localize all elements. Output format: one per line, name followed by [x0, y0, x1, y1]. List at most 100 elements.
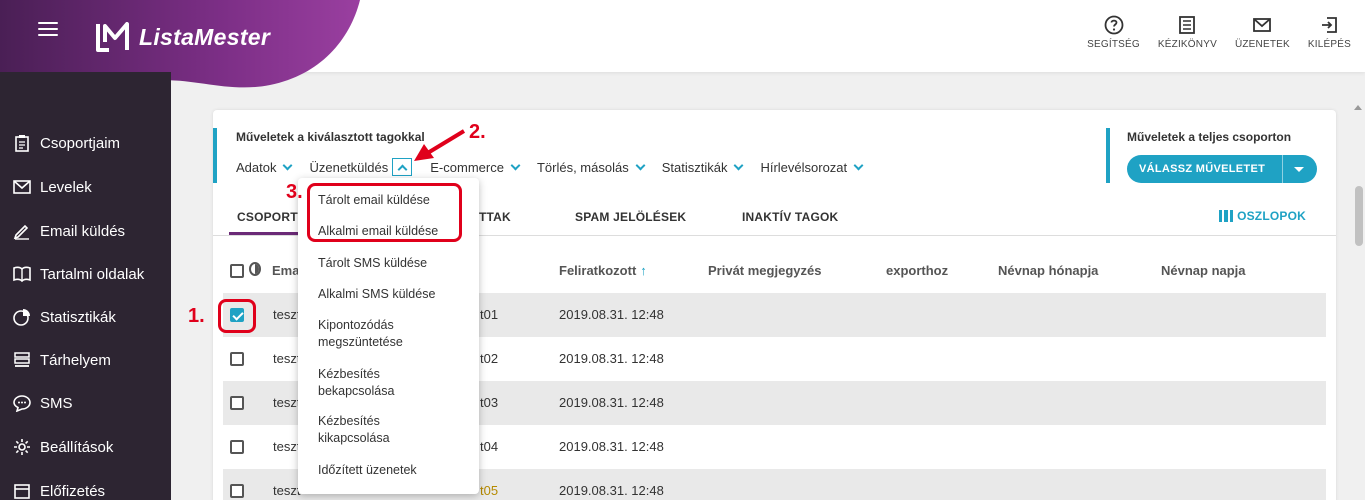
col-export[interactable]: exporthoz [886, 263, 948, 278]
choose-action-button[interactable]: VÁLASSZ MŰVELETET [1127, 155, 1317, 183]
menu-messaging-label: Üzenetküldés [309, 159, 389, 175]
help-label: SEGÍTSÉG [1087, 39, 1140, 50]
chat-icon [13, 395, 31, 412]
row-email: teszt [273, 439, 301, 454]
listamester-logo-icon [96, 22, 129, 52]
tab-spam-reports[interactable]: SPAM JELÖLÉSEK [575, 210, 686, 224]
row-email: teszt [273, 395, 301, 410]
row-email: teszt [273, 351, 301, 366]
help-button[interactable]: SEGÍTSÉG [1087, 15, 1140, 50]
dropdown-item-cancel-dotting[interactable]: Kipontozódás megszüntetése [318, 317, 438, 351]
ops-accent-bar [213, 128, 217, 183]
page-scrollbar[interactable] [1355, 186, 1363, 246]
sidebar-item-content-pages[interactable]: Tartalmi oldalak [13, 265, 144, 283]
row-date: 2019.08.31. 12:48 [559, 395, 664, 410]
row-name: t02 [480, 351, 499, 366]
open-book-icon [13, 266, 31, 283]
dropdown-item-send-adhoc-sms[interactable]: Alkalmi SMS küldése [318, 286, 435, 303]
col-nameday-day[interactable]: Névnap napja [1161, 263, 1246, 278]
menu-newsletter-series[interactable]: Hírlevélsorozat [760, 158, 864, 176]
top-bar: ListaMester SEGÍTSÉG KÉZIKÖNYV ÜZENETEK … [0, 0, 1365, 100]
storage-icon [14, 352, 30, 367]
menu-messaging[interactable]: Üzenetküldés [309, 158, 413, 176]
annotation-step2: 2. [469, 121, 486, 143]
columns-label: OSZLOPOK [1237, 209, 1306, 223]
chevron-down-icon [734, 160, 744, 170]
book-icon [1179, 16, 1196, 34]
row-name: t05 [480, 483, 499, 498]
envelope-icon [13, 180, 31, 194]
dropdown-item-disable-delivery[interactable]: Kézbesítés kikapcsolása [318, 413, 428, 447]
row-date: 2019.08.31. 12:48 [559, 483, 664, 498]
logout-button[interactable]: KILÉPÉS [1308, 15, 1351, 50]
sidebar-item-label: Tárhelyem [40, 351, 111, 369]
columns-icon [1219, 210, 1234, 222]
clipboard-icon [15, 135, 29, 152]
row-name: t04 [480, 439, 499, 454]
sort-ascending-icon: ↑ [640, 263, 647, 278]
row-checkbox[interactable] [230, 484, 244, 498]
sidebar-item-subscription[interactable]: Előfizetés [13, 482, 105, 500]
columns-button[interactable]: OSZLOPOK [1219, 209, 1306, 223]
annotation-step3: 3. [286, 181, 303, 203]
button-divider [1282, 155, 1283, 183]
sidebar-item-storage[interactable]: Tárhelyem [13, 351, 111, 369]
sidebar-item-label: SMS [40, 394, 73, 412]
sidebar: Csoportjaim Levelek Email küldés Tartalm… [0, 72, 171, 500]
app-name: ListaMester [139, 23, 271, 50]
menu-data[interactable]: Adatok [236, 158, 293, 176]
col-private-note[interactable]: Privát megjegyzés [708, 263, 821, 278]
app-logo[interactable]: ListaMester [95, 22, 270, 52]
dropdown-item-enable-delivery[interactable]: Kézbesítés bekapcsolása [318, 366, 428, 400]
chevron-down-icon [283, 160, 293, 170]
sidebar-item-groups[interactable]: Csoportjaim [13, 134, 120, 152]
menu-newsletter-series-label: Hírlevélsorozat [760, 159, 848, 175]
menu-statistics-label: Statisztikák [661, 159, 728, 175]
sidebar-item-label: Csoportjaim [40, 134, 121, 152]
messages-button[interactable]: ÜZENETEK [1235, 15, 1290, 50]
menu-toggle-icon[interactable] [38, 22, 58, 38]
chevron-down-icon [635, 160, 646, 170]
menu-delete-copy[interactable]: Törlés, másolás [537, 158, 646, 176]
sidebar-item-statistics[interactable]: Statisztikák [13, 308, 116, 326]
choose-action-label: VÁLASSZ MŰVELETET [1139, 163, 1266, 175]
dropdown-item-scheduled-messages[interactable]: Időzített üzenetek [318, 462, 417, 479]
row-date: 2019.08.31. 12:48 [559, 439, 664, 454]
tab-inactive-members[interactable]: INAKTÍV TAGOK [742, 210, 838, 224]
row-email: teszt [273, 307, 301, 322]
row-checkbox[interactable] [230, 396, 244, 410]
gear-icon [14, 439, 30, 455]
select-all-checkbox[interactable] [230, 264, 244, 278]
dropdown-item-send-stored-sms[interactable]: Tárolt SMS küldése [318, 255, 427, 272]
logout-icon [1322, 17, 1338, 33]
chevron-down-icon [510, 160, 521, 170]
row-checkbox[interactable] [230, 440, 244, 454]
contrast-icon[interactable] [249, 262, 261, 276]
sidebar-item-label: Tartalmi oldalak [40, 265, 145, 283]
menu-statistics[interactable]: Statisztikák [661, 158, 744, 176]
sidebar-item-label: Előfizetés [40, 482, 106, 500]
sidebar-item-email-sending[interactable]: Email küldés [13, 222, 125, 240]
caret-down-icon[interactable] [1294, 166, 1304, 172]
selected-ops-title: Műveletek a kiválasztott tagokkal [236, 130, 425, 144]
row-date: 2019.08.31. 12:48 [559, 351, 664, 366]
annotation-step1: 1. [188, 305, 205, 327]
manual-button[interactable]: KÉZIKÖNYV [1158, 15, 1217, 50]
sidebar-item-sms[interactable]: SMS [13, 394, 73, 412]
scroll-up-icon[interactable] [1354, 105, 1362, 110]
col-email[interactable]: Ema [272, 263, 299, 278]
row-checkbox[interactable] [230, 352, 244, 366]
pie-chart-icon [13, 309, 30, 326]
pencil-icon [13, 224, 29, 240]
sidebar-item-letters[interactable]: Levelek [13, 178, 92, 196]
sidebar-item-settings[interactable]: Beállítások [13, 438, 113, 456]
tab-group-members[interactable]: CSOPORTT [228, 210, 306, 235]
col-subscribed[interactable]: Feliratkozott ↑ [559, 263, 647, 278]
row-email: teszt [273, 483, 301, 498]
row-name: t03 [480, 395, 499, 410]
group-ops-accent-bar [1106, 128, 1110, 183]
col-nameday-month[interactable]: Névnap hónapja [998, 263, 1098, 278]
tab-unsubscribed[interactable]: TTAK [479, 210, 511, 224]
mail-icon [1253, 18, 1272, 32]
row-name: t01 [480, 307, 499, 322]
